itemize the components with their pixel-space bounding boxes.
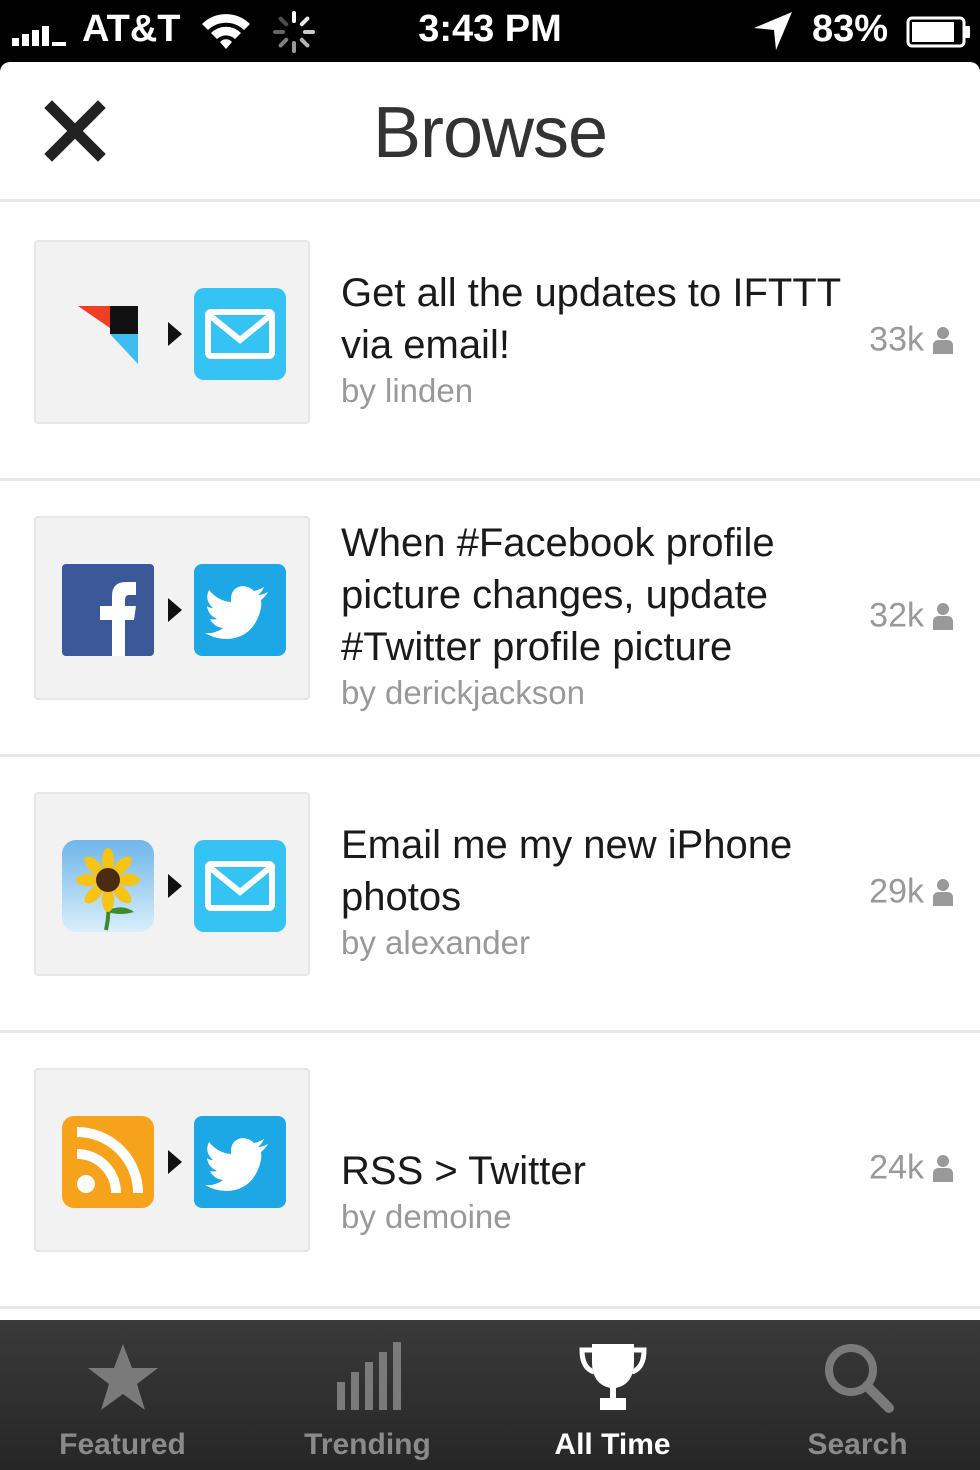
arrow-right-icon bbox=[168, 1150, 182, 1174]
tab-bar: Featured Trending All Time Search bbox=[0, 1320, 980, 1470]
twitter-icon bbox=[194, 1116, 286, 1208]
page-title: Browse bbox=[372, 93, 608, 173]
recipe-title: RSS > Twitter bbox=[341, 1149, 586, 1193]
bar-chart-icon bbox=[337, 1342, 401, 1410]
recipe-text: When #Facebook profile picture changes, … bbox=[341, 517, 841, 713]
email-icon bbox=[194, 840, 286, 932]
iphone-photos-icon bbox=[62, 840, 154, 932]
browse-screen: Browse Get all the updates to IFTTT via … bbox=[0, 62, 980, 1320]
recipe-user-count: 33k bbox=[834, 319, 954, 360]
search-icon bbox=[825, 1344, 894, 1413]
arrow-right-icon bbox=[168, 874, 182, 898]
recipe-text: Get all the updates to IFTTT via email! … bbox=[341, 267, 841, 411]
recipe-user-count: 24k bbox=[834, 1147, 954, 1188]
battery-icon bbox=[906, 16, 970, 48]
recipe-row[interactable]: Email me my new iPhone photos by alexand… bbox=[0, 757, 980, 1033]
tab-trending[interactable]: Trending bbox=[245, 1320, 490, 1470]
tab-label: Trending bbox=[304, 1428, 431, 1461]
recipe-text: Email me my new iPhone photos by alexand… bbox=[341, 819, 841, 963]
recipe-text: RSS > Twitter by demoine bbox=[341, 1145, 841, 1237]
tab-featured[interactable]: Featured bbox=[0, 1320, 245, 1470]
recipe-title: Email me my new iPhone photos bbox=[341, 823, 793, 919]
tab-label: All Time bbox=[554, 1428, 671, 1461]
tab-label: Featured bbox=[59, 1428, 186, 1461]
recipe-author: by linden bbox=[341, 372, 474, 409]
recipe-count-value: 24k bbox=[869, 1148, 924, 1187]
facebook-icon bbox=[62, 564, 154, 656]
recipe-channels bbox=[34, 792, 310, 976]
rss-icon bbox=[62, 1116, 154, 1208]
location-arrow-icon bbox=[754, 12, 792, 50]
recipe-title: Get all the updates to IFTTT via email! bbox=[341, 271, 841, 367]
battery-percent: 83% bbox=[812, 8, 889, 50]
recipe-channels bbox=[34, 240, 310, 424]
star-icon bbox=[88, 1344, 158, 1410]
recipe-author: by alexander bbox=[341, 924, 530, 961]
arrow-right-icon bbox=[168, 598, 182, 622]
tab-search[interactable]: Search bbox=[735, 1320, 980, 1470]
person-icon bbox=[933, 1155, 953, 1183]
recipe-author: by demoine bbox=[341, 1198, 512, 1235]
person-icon bbox=[933, 327, 953, 355]
recipe-channels bbox=[34, 1068, 310, 1252]
recipe-count-value: 33k bbox=[869, 320, 924, 359]
person-icon bbox=[933, 603, 953, 631]
recipe-row[interactable]: Get all the updates to IFTTT via email! … bbox=[0, 205, 980, 481]
recipe-user-count: 29k bbox=[834, 871, 954, 912]
recipe-row[interactable]: When #Facebook profile picture changes, … bbox=[0, 481, 980, 757]
recipe-author: by derickjackson bbox=[341, 674, 585, 711]
recipe-count-value: 32k bbox=[869, 596, 924, 635]
tab-label: Search bbox=[807, 1428, 908, 1461]
person-icon bbox=[933, 879, 953, 907]
recipe-user-count: 32k bbox=[834, 595, 954, 636]
recipe-channels bbox=[34, 516, 310, 700]
tab-all-time[interactable]: All Time bbox=[490, 1320, 735, 1470]
arrow-right-icon bbox=[168, 322, 182, 346]
ifttt-logo-icon bbox=[78, 306, 138, 364]
recipe-title: When #Facebook profile picture changes, … bbox=[341, 521, 775, 669]
navigation-bar: Browse bbox=[0, 62, 980, 202]
trophy-icon bbox=[579, 1344, 647, 1410]
twitter-icon bbox=[194, 564, 286, 656]
recipe-list: Get all the updates to IFTTT via email! … bbox=[0, 205, 980, 1309]
email-icon bbox=[194, 288, 286, 380]
recipe-count-value: 29k bbox=[869, 872, 924, 911]
status-bar: AT&T 3:43 PM 83% bbox=[0, 0, 980, 62]
recipe-row[interactable]: RSS > Twitter by demoine 24k bbox=[0, 1033, 980, 1309]
